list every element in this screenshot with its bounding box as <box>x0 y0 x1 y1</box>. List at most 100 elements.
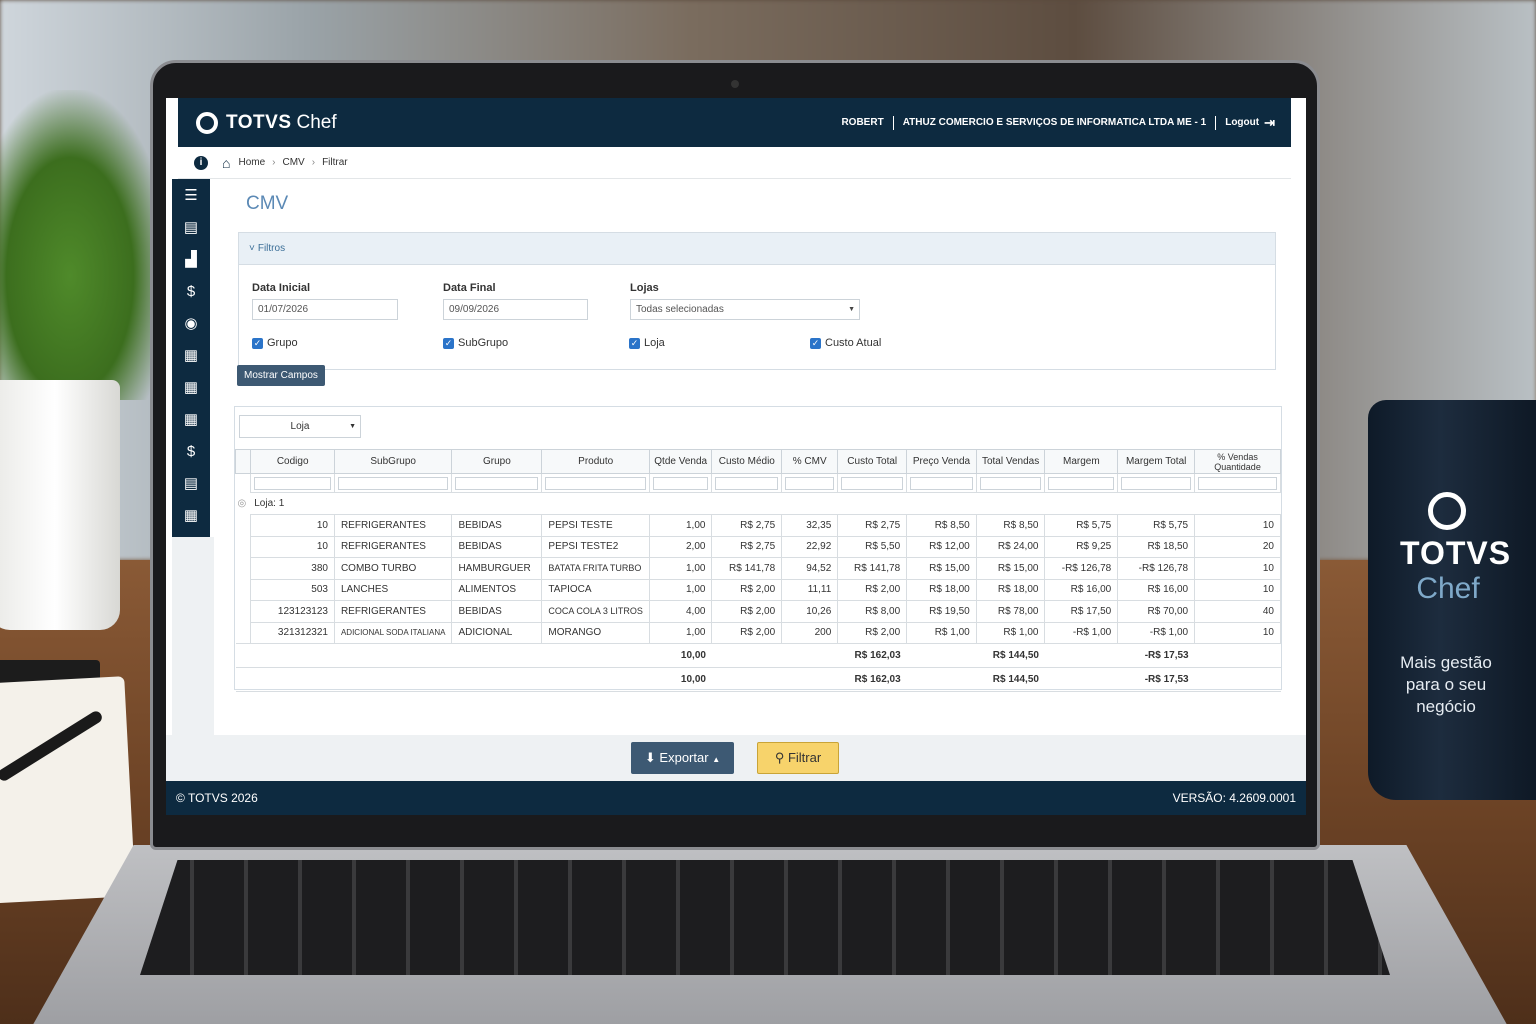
group-row[interactable]: ◎ Loja: 1 <box>236 493 1281 515</box>
table-row[interactable]: 321312321 ADICIONAL SODA ITALIANA ADICIONA… <box>236 621 1281 644</box>
cell-preco-venda: R$ 19,50 <box>906 600 977 623</box>
column-filter-input-qtde-venda[interactable] <box>652 476 709 490</box>
column-filter-input-custo-medio[interactable] <box>715 476 779 490</box>
filter-button[interactable]: ⚲ Filtrar <box>757 742 839 774</box>
coin-icon[interactable]: ◉ <box>172 307 210 339</box>
company-name[interactable]: ATHUZ COMERCIO E SERVIÇOS DE INFORMATICA… <box>903 117 1207 128</box>
column-header-total-vendas[interactable]: Total Vendas <box>975 449 1046 474</box>
home-icon[interactable]: ⌂ <box>222 155 230 171</box>
total-cell: -R$ 17,53 <box>1117 667 1195 692</box>
table-row[interactable]: 10 REFRIGERANTES BEBIDAS PEPSI TESTE 1,00 R$ … <box>236 514 1281 537</box>
cell-pct-vendas-qtde: 20 <box>1194 535 1281 558</box>
cmv-table: Codigo SubGrupo Grupo Produto Qtde Venda Cust… <box>234 449 1281 692</box>
column-filter-input-produto[interactable] <box>545 476 646 490</box>
cell-preco-venda: R$ 18,00 <box>906 578 977 601</box>
cell-grupo: HAMBURGUER <box>451 557 543 580</box>
show-fields-button[interactable]: Mostrar Campos <box>237 365 325 386</box>
cell-subgrupo: LANCHES <box>333 578 453 601</box>
column-header-qtde-venda[interactable]: Qtde Venda <box>648 449 713 474</box>
checkbox-loja[interactable]: ✓ Loja <box>629 337 665 349</box>
row-spacer <box>236 579 251 601</box>
column-filter-input-total-vendas[interactable] <box>979 476 1042 490</box>
group-label: Loja: 1 <box>254 498 285 509</box>
group-by-select[interactable]: Loja ▼ <box>239 415 361 438</box>
data-final-input[interactable]: 09/09/2026 <box>443 299 588 320</box>
brand-logo[interactable]: TOTVS Chef <box>196 111 337 134</box>
column-header-pct-vendas-qtde[interactable]: % Vendas Quantidade <box>1194 449 1281 474</box>
document-icon[interactable]: ▤ <box>172 467 210 499</box>
cell-subgrupo: REFRIGERANTES <box>333 600 453 623</box>
cell-total-vendas: R$ 8,50 <box>975 514 1046 537</box>
cell-produto: TAPIOCA <box>541 578 650 601</box>
column-filter-input-margem-total[interactable] <box>1121 476 1192 490</box>
table-row[interactable]: 123123123 REFRIGERANTES BEBIDAS COCA COLA 3… <box>236 600 1281 623</box>
filter-cell <box>837 473 908 493</box>
breadcrumb-cmv[interactable]: CMV <box>283 157 305 168</box>
data-inicial-label: Data Inicial <box>252 282 311 294</box>
column-header-margem-total[interactable]: Margem Total <box>1117 449 1196 474</box>
cell-pct-cmv: 94,52 <box>781 557 839 580</box>
bar-chart-icon[interactable]: ▟ <box>172 243 210 275</box>
table-row[interactable]: 503 LANCHES ALIMENTOS TAPIOCA 1,00 R$ 2,00 11,… <box>236 578 1281 601</box>
column-header-custo-total[interactable]: Custo Total <box>837 449 908 474</box>
cell-codigo: 123123123 <box>250 600 335 623</box>
table-filter-row <box>236 473 1281 493</box>
book-icon[interactable]: ▦ <box>172 371 210 403</box>
camera <box>731 80 739 88</box>
cell-total-vendas: R$ 78,00 <box>975 600 1046 623</box>
column-filter-input-margem[interactable] <box>1048 476 1115 490</box>
info-icon[interactable]: i <box>194 155 208 170</box>
export-button[interactable]: ⬇ Exportar ▲ <box>631 742 734 774</box>
user-name[interactable]: ROBERT <box>841 117 883 128</box>
cell-grupo: BEBIDAS <box>451 600 543 623</box>
column-header-produto[interactable]: Produto <box>541 449 650 474</box>
book-icon[interactable]: ▦ <box>172 339 210 371</box>
column-header-custo-medio[interactable]: Custo Médio <box>711 449 783 474</box>
data-inicial-input[interactable]: 01/07/2026 <box>252 299 398 320</box>
column-header-codigo[interactable]: Codigo <box>250 449 335 474</box>
filter-cell <box>711 473 783 493</box>
dollar-icon[interactable]: $ <box>172 275 210 307</box>
logout-link[interactable]: Logout <box>1225 117 1259 128</box>
column-header-grupo[interactable]: Grupo <box>451 449 543 474</box>
breadcrumb-filtrar: Filtrar <box>322 157 348 168</box>
cell-margem: -R$ 1,00 <box>1044 621 1119 644</box>
column-filter-input-pct-cmv[interactable] <box>785 476 835 490</box>
checkbox-grupo[interactable]: ✓ Grupo <box>252 337 298 349</box>
plant <box>0 90 170 400</box>
cell-margem-total: R$ 70,00 <box>1117 600 1196 623</box>
filters-header[interactable]: ˅ Filtros <box>239 233 1275 265</box>
breadcrumb-home[interactable]: Home <box>238 157 265 168</box>
collapse-icon[interactable]: ◎ <box>238 498 247 509</box>
column-filter-input-codigo[interactable] <box>254 476 331 490</box>
column-header-pct-cmv[interactable]: % CMV <box>781 449 839 474</box>
column-filter-input-preco-venda[interactable] <box>910 476 973 490</box>
lojas-select[interactable]: Todas selecionadas ▼ <box>630 299 860 320</box>
book-icon[interactable]: ▦ <box>172 499 210 531</box>
column-header-subgrupo[interactable]: SubGrupo <box>333 449 453 474</box>
dollar-icon[interactable]: $ <box>172 435 210 467</box>
checkbox-custo-atual[interactable]: ✓ Custo Atual <box>810 337 881 349</box>
book-icon[interactable]: ▦ <box>172 403 210 435</box>
cell-custo-total: R$ 2,75 <box>837 514 908 537</box>
cell-margem-total: -R$ 1,00 <box>1117 621 1196 644</box>
filter-cell <box>333 473 453 493</box>
logout-icon[interactable]: ⇥ <box>1264 115 1275 131</box>
cell-custo-medio: R$ 141,78 <box>711 557 783 580</box>
table-row[interactable]: 10 REFRIGERANTES BEBIDAS PEPSI TESTE2 2,00 R$… <box>236 535 1281 558</box>
total-cell <box>781 667 838 692</box>
document-icon[interactable]: ▤ <box>172 211 210 243</box>
checkbox-subgrupo[interactable]: ✓ SubGrupo <box>443 337 508 349</box>
column-header-margem[interactable]: Margem <box>1044 449 1119 474</box>
table-row[interactable]: 380 COMBO TURBO HAMBURGUER BATATA FRITA TUR… <box>236 557 1281 580</box>
menu-icon[interactable]: ☰ <box>172 179 210 211</box>
column-filter-input-pct-vendas-qtde[interactable] <box>1198 476 1277 490</box>
column-header-preco-venda[interactable]: Preço Venda <box>906 449 977 474</box>
column-filter-input-grupo[interactable] <box>455 476 539 490</box>
column-filter-input-custo-total[interactable] <box>841 476 904 490</box>
cell-preco-venda: R$ 15,00 <box>906 557 977 580</box>
total-row: 10,00 R$ 162,03 R$ 144,50 -R$ 17,53 <box>235 667 1281 692</box>
column-filter-input-subgrupo[interactable] <box>337 476 449 490</box>
cell-total-vendas: R$ 24,00 <box>975 535 1046 558</box>
cell-pct-cmv: 11,11 <box>781 578 839 601</box>
